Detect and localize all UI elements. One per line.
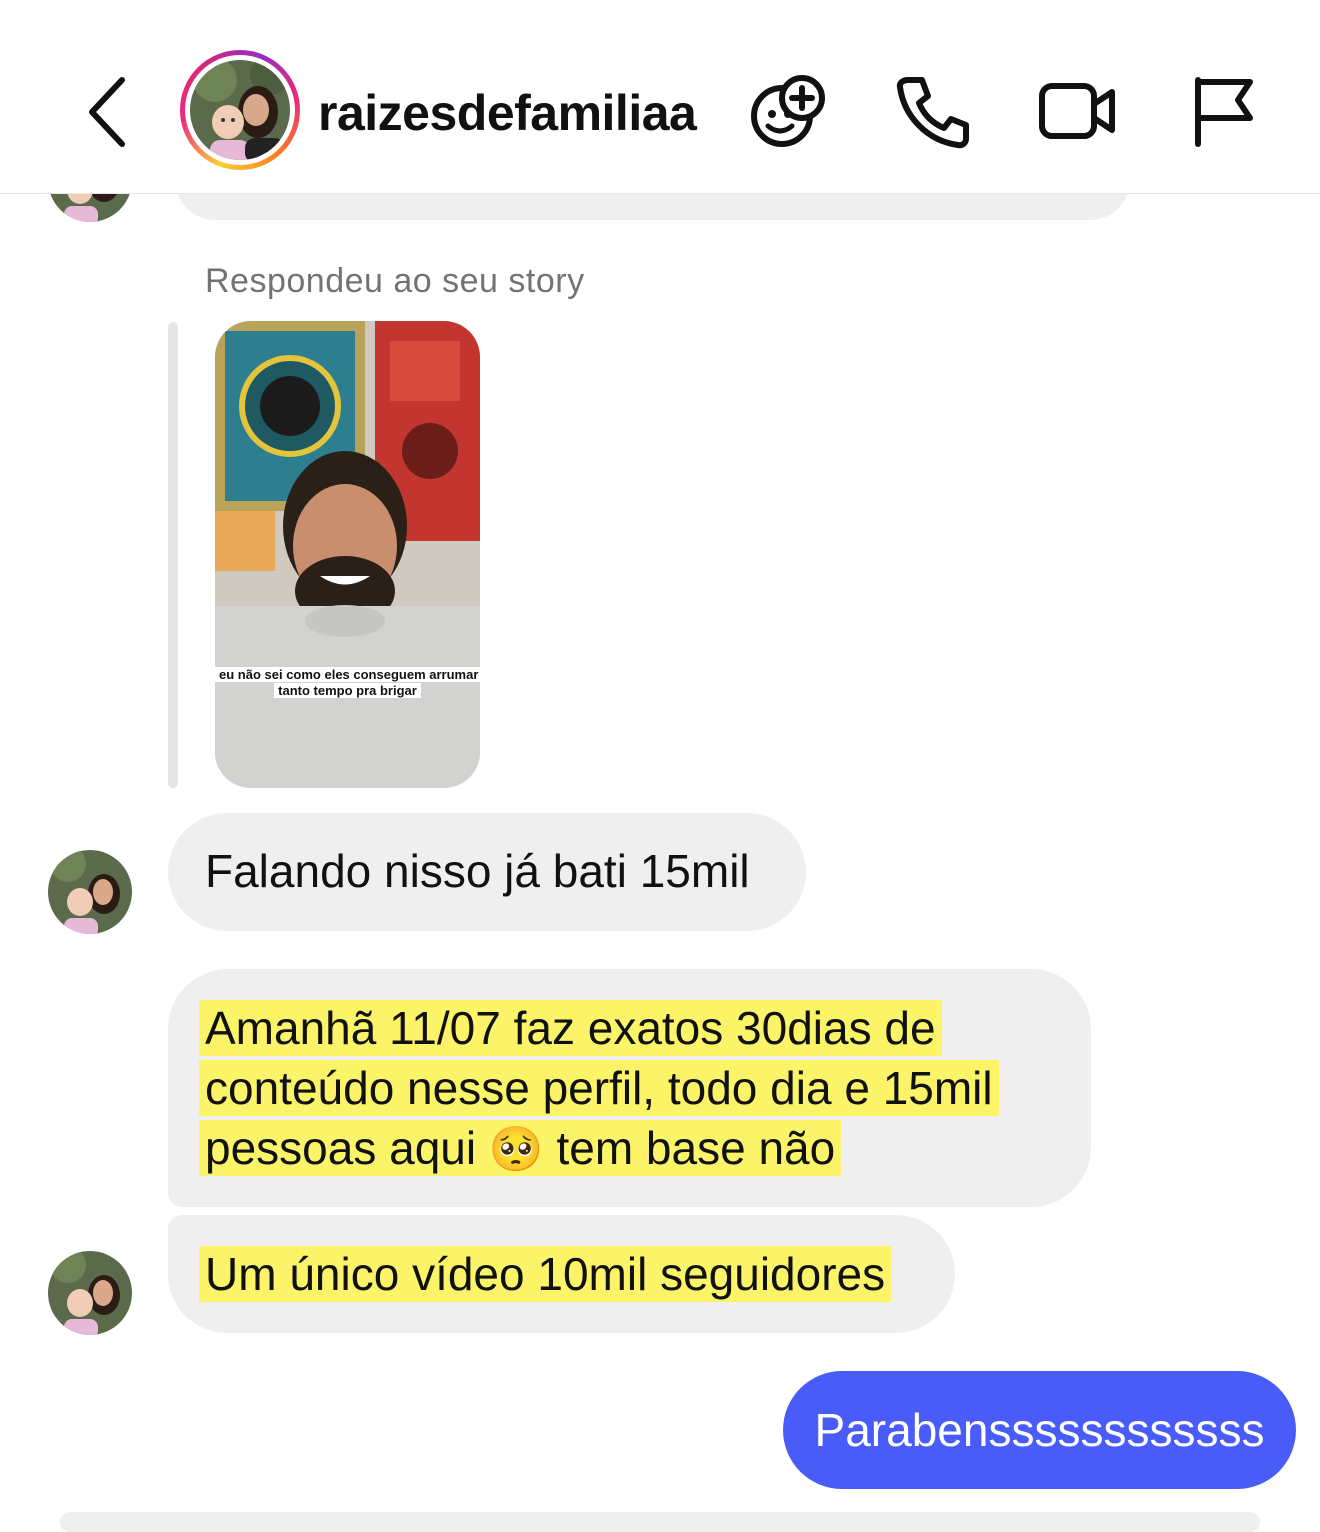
profile-avatar[interactable] xyxy=(180,50,300,170)
flag-icon[interactable] xyxy=(1182,70,1264,152)
next-message-edge xyxy=(60,1512,1260,1532)
chevron-left-icon[interactable] xyxy=(78,72,138,152)
story-image xyxy=(215,321,480,788)
sender-avatar[interactable] xyxy=(48,850,132,934)
received-message[interactable]: Falando nisso já bati 15mil xyxy=(168,813,806,931)
reply-quote-bar xyxy=(168,322,178,788)
sticker-smile-add-icon[interactable] xyxy=(748,70,830,152)
message-text: Falando nisso já bati 15mil xyxy=(205,845,750,897)
story-reply-label: Respondeu ao seu story xyxy=(205,262,585,300)
received-message[interactable]: Amanhã 11/07 faz exatos 30dias de conteú… xyxy=(168,969,1091,1207)
message-text: Amanhã 11/07 faz exatos 30dias de conteú… xyxy=(199,998,1065,1180)
sent-message[interactable]: Parabenssssssssssss xyxy=(783,1371,1296,1489)
story-thumbnail[interactable]: eu não sei como eles conseguem arrumar t… xyxy=(215,321,480,788)
message-text: Um único vídeo 10mil seguidores xyxy=(199,1246,892,1302)
pleading-face-emoji: 🥺 xyxy=(488,1124,544,1175)
phone-icon[interactable] xyxy=(892,70,974,152)
avatar-photo xyxy=(190,60,290,160)
received-message[interactable]: Um único vídeo 10mil seguidores xyxy=(168,1215,955,1333)
chat-header: raizesdefamiliaa xyxy=(0,0,1320,194)
video-camera-icon[interactable] xyxy=(1036,70,1118,152)
chat-username[interactable]: raizesdefamiliaa xyxy=(318,84,697,142)
sender-avatar[interactable] xyxy=(48,1251,132,1335)
story-caption: eu não sei como eles conseguem arrumar t… xyxy=(215,667,480,699)
